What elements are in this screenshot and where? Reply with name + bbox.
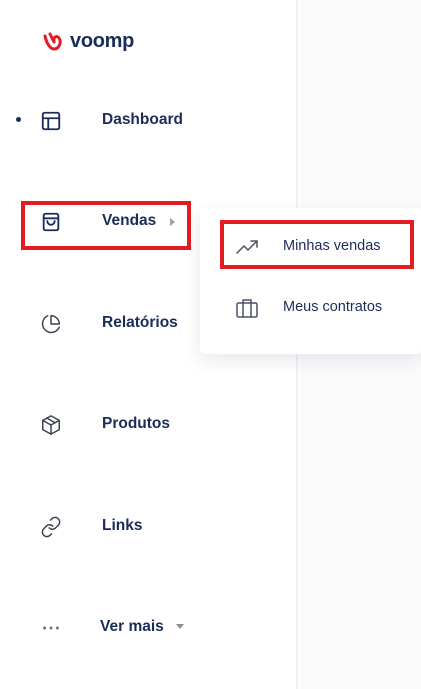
sidebar-item-label: Vendas — [102, 212, 157, 229]
trending-up-icon — [234, 235, 260, 259]
more-horizontal-icon — [38, 615, 64, 641]
layout-icon — [38, 108, 64, 134]
logo-text: voomp — [70, 29, 135, 52]
sidebar-item-ver-mais[interactable]: Ver mais — [0, 607, 298, 647]
sidebar-item-label: Produtos — [102, 415, 171, 432]
briefcase-icon — [234, 296, 260, 320]
link-icon — [38, 514, 64, 540]
sidebar-item-dashboard[interactable]: Dashboard — [0, 100, 298, 140]
package-icon — [38, 412, 64, 438]
voomp-logo-icon — [43, 32, 62, 51]
submenu-item-label: Minhas vendas — [283, 238, 381, 254]
shopping-bag-icon — [38, 209, 64, 235]
sidebar-item-label: Ver mais — [100, 618, 164, 635]
sidebar-item-links[interactable]: Links — [0, 506, 298, 546]
submenu-item-minhas-vendas[interactable]: Minhas vendas — [200, 225, 421, 269]
pie-chart-icon — [38, 311, 64, 337]
chevron-down-icon — [176, 624, 184, 629]
sidebar-item-label: Links — [102, 517, 143, 534]
submenu-item-meus-contratos[interactable]: Meus contratos — [200, 286, 421, 330]
active-indicator — [16, 117, 21, 122]
logo[interactable]: voomp — [42, 27, 134, 55]
sidebar-item-label: Relatórios — [102, 314, 178, 331]
vendas-submenu: Minhas vendas Meus contratos — [200, 208, 421, 354]
sidebar-item-label: Dashboard — [102, 111, 183, 128]
chevron-right-icon — [170, 218, 175, 226]
sidebar-item-produtos[interactable]: Produtos — [0, 404, 298, 444]
submenu-item-label: Meus contratos — [283, 299, 383, 315]
